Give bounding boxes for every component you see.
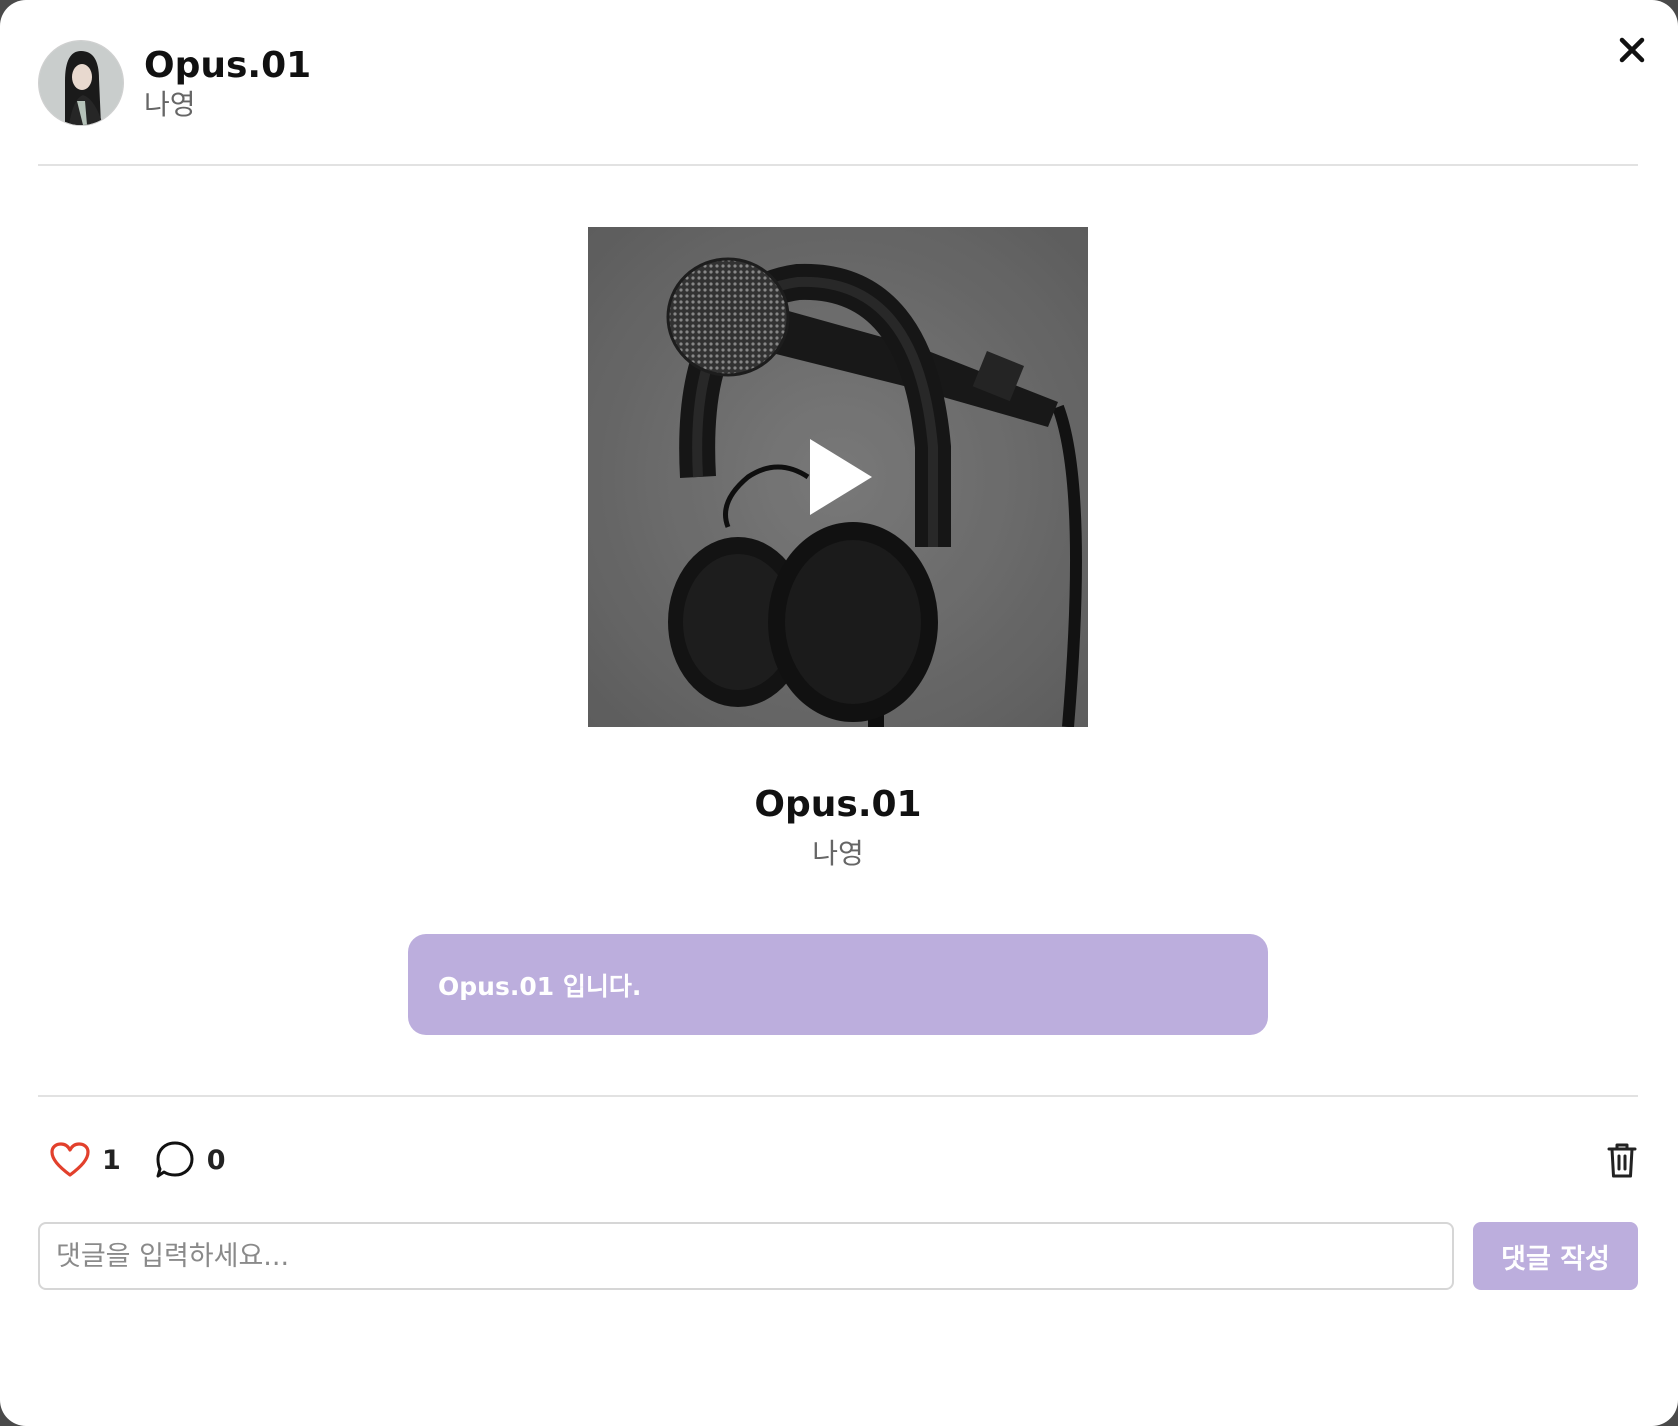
comment-input[interactable] <box>38 1222 1454 1290</box>
comment-count-button[interactable]: 0 <box>155 1140 226 1180</box>
post-modal: Opus.01 나영 Opus.01 나영 Opus.01 입니다. 1 0 댓… <box>0 0 1678 1426</box>
post-artist: 나영 <box>144 88 196 121</box>
play-icon[interactable] <box>806 435 876 519</box>
like-count: 1 <box>102 1144 121 1176</box>
comment-count: 0 <box>206 1144 226 1176</box>
post-title: Opus.01 <box>144 45 312 86</box>
track-artist: 나영 <box>812 837 864 870</box>
content-divider <box>38 1095 1638 1097</box>
cover-image[interactable] <box>588 227 1088 727</box>
like-button[interactable]: 1 <box>50 1142 121 1178</box>
heart-icon <box>50 1142 90 1177</box>
delete-button[interactable] <box>1606 1141 1638 1179</box>
description-box: Opus.01 입니다. <box>408 934 1268 1035</box>
header-text: Opus.01 나영 <box>144 44 311 122</box>
description-text: Opus.01 입니다. <box>438 971 642 1001</box>
submit-comment-button[interactable]: 댓글 작성 <box>1473 1222 1638 1290</box>
avatar[interactable] <box>38 40 124 126</box>
trash-icon <box>1607 1143 1637 1178</box>
comment-bubble-icon <box>156 1141 194 1178</box>
post-actions: 1 0 <box>50 1138 260 1182</box>
post-header: Opus.01 나영 <box>38 40 311 126</box>
header-divider <box>38 164 1638 166</box>
close-button[interactable] <box>1612 30 1652 70</box>
track-title: Opus.01 <box>754 784 922 825</box>
avatar-photo <box>39 41 123 125</box>
close-icon <box>1619 37 1645 63</box>
